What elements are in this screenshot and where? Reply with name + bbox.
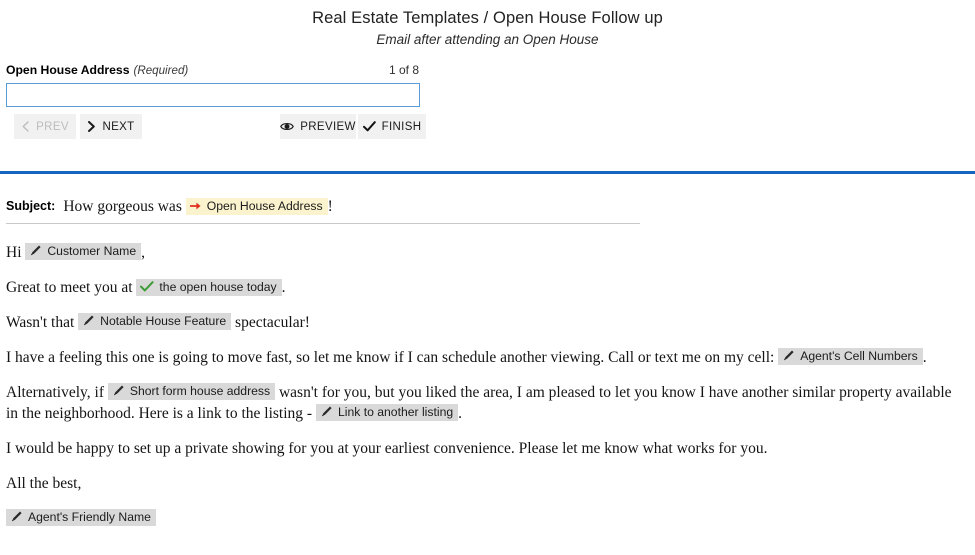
subject-text-before: How gorgeous was — [63, 198, 186, 215]
next-button-label: NEXT — [102, 120, 135, 133]
merge-token-label: Open House Address — [206, 199, 323, 213]
field-wizard: Open House Address (Required) 1 of 8 PREV… — [6, 63, 426, 139]
pencil-icon — [112, 384, 125, 397]
section-divider — [0, 171, 975, 174]
merge-token-label: the open house today — [159, 279, 277, 294]
prev-button-label: PREV — [36, 120, 69, 133]
merge-token-open-house-address[interactable]: Open House Address — [185, 198, 328, 215]
page-header: Real Estate Templates / Open House Follo… — [0, 0, 975, 49]
check-icon — [140, 281, 155, 292]
greeting-before: Hi — [6, 244, 26, 261]
email-signature: Agent's Friendly Name — [6, 508, 966, 529]
meet-before: Great to meet you at — [6, 279, 137, 296]
pencil-icon — [29, 244, 42, 257]
email-greeting: Hi Customer Name, — [6, 242, 966, 263]
field-required-note: (Required) — [133, 64, 189, 77]
feature-before: Wasn't that — [6, 314, 79, 331]
merge-token-label: Agent's Cell Numbers — [800, 348, 918, 363]
preview-button-label: PREVIEW — [300, 120, 356, 133]
eye-icon — [280, 121, 295, 132]
email-line-alternatively: Alternatively, if Short form house addre… — [6, 382, 966, 424]
email-line-showing: I would be happy to set up a private sho… — [6, 440, 768, 457]
email-line-feeling: I have a feeling this one is going to mo… — [6, 347, 966, 368]
merge-token-short-form-house-address[interactable]: Short form house address — [107, 382, 276, 400]
pencil-icon — [10, 510, 23, 523]
meet-after: . — [281, 279, 286, 296]
subject-label: Subject: — [6, 199, 56, 213]
preview-button[interactable]: PREVIEW — [280, 114, 356, 139]
next-button[interactable]: NEXT — [80, 114, 142, 139]
wizard-button-bar: PREV NEXT PREVIEW FINISH — [6, 114, 426, 139]
email-body: Subject: How gorgeous was Open House Add… — [6, 198, 966, 529]
field-counter: 1 of 8 — [388, 63, 419, 77]
chevron-left-icon — [21, 121, 30, 132]
pencil-icon — [782, 349, 795, 362]
subject-text-after: ! — [327, 198, 333, 215]
merge-token-agent-cell-numbers[interactable]: Agent's Cell Numbers — [778, 347, 923, 365]
field-label: Open House Address — [6, 63, 130, 77]
pencil-icon — [82, 314, 95, 327]
subject-row: Subject: How gorgeous was Open House Add… — [6, 198, 640, 224]
feeling-after: . — [922, 349, 927, 366]
page-subtitle: Email after attending an Open House — [376, 32, 599, 47]
subject-content: How gorgeous was Open House Address! — [63, 198, 333, 216]
merge-token-agent-friendly-name[interactable]: Agent's Friendly Name — [6, 508, 156, 526]
merge-token-label: Link to another listing — [337, 404, 454, 419]
merge-token-link-to-another-listing[interactable]: Link to another listing — [315, 403, 459, 421]
merge-token-label: Agent's Friendly Name — [28, 509, 151, 524]
email-line-closing: All the best, — [6, 475, 82, 492]
prev-button[interactable]: PREV — [14, 114, 76, 139]
email-line-feature: Wasn't that Notable House Feature specta… — [6, 312, 966, 333]
merge-token-label: Short form house address — [129, 383, 271, 398]
arrow-right-icon — [189, 201, 202, 211]
merge-token-label: Notable House Feature — [100, 313, 227, 328]
field-label-row: Open House Address (Required) 1 of 8 — [6, 63, 420, 78]
finish-button-label: FINISH — [381, 120, 422, 133]
email-line-meet: Great to meet you at the open house toda… — [6, 277, 966, 298]
merge-token-open-house-today[interactable]: the open house today — [136, 278, 282, 296]
alt-before: Alternatively, if — [6, 384, 108, 401]
field-label-group: Open House Address (Required) — [6, 63, 188, 78]
pencil-icon — [320, 405, 333, 418]
finish-button[interactable]: FINISH — [358, 114, 426, 139]
feeling-before: I have a feeling this one is going to mo… — [6, 349, 779, 366]
alt-after: . — [458, 405, 463, 422]
feature-after: spectacular! — [231, 314, 310, 331]
merge-token-label: Customer Name — [47, 243, 137, 258]
merge-token-notable-house-feature[interactable]: Notable House Feature — [78, 312, 232, 330]
open-house-address-input[interactable] — [6, 83, 420, 107]
greeting-after: , — [141, 244, 145, 261]
page-title: Real Estate Templates / Open House Follo… — [312, 9, 663, 27]
check-icon — [362, 121, 376, 132]
chevron-right-icon — [87, 121, 96, 132]
merge-token-customer-name[interactable]: Customer Name — [25, 242, 142, 260]
